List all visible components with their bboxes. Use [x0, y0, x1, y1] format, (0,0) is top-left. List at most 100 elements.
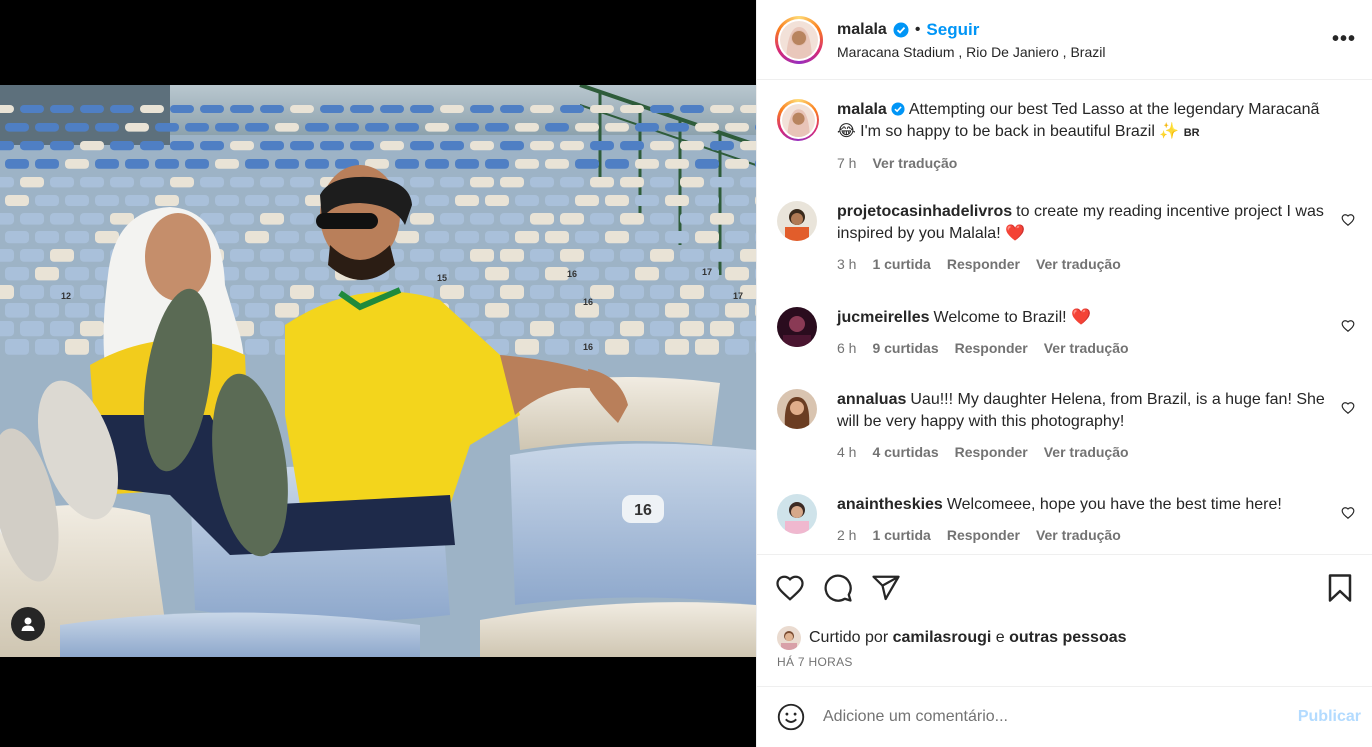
liked-by-others[interactable]: outras pessoas [1009, 629, 1126, 647]
post-comment-button[interactable]: Publicar [1298, 708, 1361, 726]
stadium-seat [650, 105, 674, 113]
comment-input[interactable] [823, 708, 1298, 726]
heart-icon[interactable] [1341, 506, 1355, 520]
tagged-users-button[interactable] [11, 607, 45, 641]
reply-button[interactable]: Responder [947, 524, 1020, 546]
stadium-seat [710, 141, 734, 151]
seat-number-small: 16 [567, 269, 577, 279]
stadium-seat [635, 159, 659, 169]
stadium-seat [650, 321, 674, 337]
caption-username[interactable]: malala [837, 101, 887, 118]
reply-button[interactable]: Responder [955, 337, 1028, 359]
comment-time[interactable]: 3 h [837, 253, 856, 275]
comment-time[interactable]: 6 h [837, 337, 856, 359]
avatar[interactable] [777, 307, 817, 347]
caption-time[interactable]: 7 h [837, 152, 856, 174]
post-photo[interactable]: 14 15 16 12 16 16 17 17 16 15 [0, 85, 756, 657]
heart-icon[interactable] [1341, 319, 1355, 333]
stadium-seat [335, 123, 359, 132]
stadium-seat [350, 141, 374, 151]
stadium-seat [65, 267, 89, 281]
caption-avatar-ring[interactable] [777, 99, 819, 141]
header-username[interactable]: malala [837, 21, 887, 39]
stadium-seat [5, 123, 29, 132]
comment-username[interactable]: anaintheskies [837, 496, 943, 513]
heart-icon[interactable] [1341, 213, 1355, 227]
translate-link[interactable]: Ver tradução [872, 152, 957, 174]
translate-link[interactable]: Ver tradução [1044, 441, 1129, 463]
stadium-seat [110, 105, 134, 113]
stadium-seat [575, 123, 599, 132]
follow-button[interactable]: Seguir [926, 20, 979, 40]
stadium-seat [530, 141, 554, 151]
stadium-seat [500, 249, 524, 262]
liked-by-user[interactable]: camilasrougi [893, 629, 992, 647]
story-ring[interactable] [775, 15, 823, 64]
stadium-seat [500, 321, 524, 337]
stadium-seat [410, 249, 434, 262]
stadium-seat [545, 267, 569, 281]
avatar[interactable] [777, 201, 817, 241]
translate-link[interactable]: Ver tradução [1036, 253, 1121, 275]
comment-likes[interactable]: 4 curtidas [872, 441, 938, 463]
stadium-seat [380, 105, 404, 113]
stadium-seat [545, 195, 569, 206]
likes-summary: Curtido por camilasrougi e outras pessoa… [777, 626, 1127, 650]
stadium-seat [230, 285, 254, 299]
stadium-seat [740, 321, 756, 337]
comment-composer: Publicar [757, 686, 1372, 747]
heart-icon[interactable] [1341, 401, 1355, 415]
comment-likes[interactable]: 9 curtidas [872, 337, 938, 359]
stadium-seat [665, 195, 689, 206]
avatar[interactable] [777, 389, 817, 429]
stadium-seat [680, 321, 704, 337]
comment-bubble-icon[interactable] [823, 573, 853, 603]
stadium-seat [95, 123, 119, 132]
stadium-seat [290, 285, 314, 299]
stadium-seat [410, 141, 434, 151]
stadium-seat [440, 177, 464, 188]
stadium-seat [80, 321, 104, 337]
comment-time[interactable]: 2 h [837, 524, 856, 546]
avatar[interactable] [777, 626, 801, 650]
comment-likes[interactable]: 1 curtida [872, 253, 930, 275]
comments-list[interactable]: malala Attempting our best Ted Lasso at t… [757, 81, 1372, 554]
stadium-seat [590, 249, 614, 262]
comment-time[interactable]: 4 h [837, 441, 856, 463]
stadium-seat [560, 177, 584, 188]
location-link[interactable]: Maracana Stadium , Rio De Janiero , Braz… [837, 44, 1332, 60]
stadium-seat [440, 285, 464, 299]
stadium-seat [35, 303, 59, 318]
stadium-seat [395, 231, 419, 244]
reply-button[interactable]: Responder [955, 441, 1028, 463]
stadium-seat [740, 213, 756, 225]
stadium-seat [470, 177, 494, 188]
stadium-seat [95, 159, 119, 169]
stadium-seat [125, 195, 149, 206]
stadium-seat [245, 159, 269, 169]
save-bookmark-icon[interactable] [1327, 573, 1353, 603]
translate-link[interactable]: Ver tradução [1044, 337, 1129, 359]
emoji-icon[interactable] [777, 703, 805, 731]
stadium-seat [20, 105, 44, 113]
stadium-seat [260, 141, 284, 151]
comment-likes[interactable]: 1 curtida [872, 524, 930, 546]
post-date[interactable]: HÁ 7 HORAS [777, 655, 853, 669]
stadium-seat [200, 141, 224, 151]
stadium-seat [590, 141, 614, 151]
stadium-seat [680, 249, 704, 262]
stadium-seat [545, 123, 569, 132]
stadium-seat [470, 105, 494, 113]
stadium-seat [20, 177, 44, 188]
like-heart-icon[interactable] [775, 573, 805, 603]
share-send-icon[interactable] [871, 573, 901, 603]
reply-button[interactable]: Responder [947, 253, 1020, 275]
comment-username[interactable]: jucmeirelles [837, 309, 930, 326]
translate-link[interactable]: Ver tradução [1036, 524, 1121, 546]
more-options-icon[interactable]: ••• [1332, 28, 1356, 51]
stadium-seat [290, 213, 314, 225]
comment-username[interactable]: annaluas [837, 391, 906, 408]
seat-number-small: 12 [61, 291, 71, 301]
avatar[interactable] [777, 494, 817, 534]
comment-username[interactable]: projetocasinhadelivros [837, 203, 1012, 220]
